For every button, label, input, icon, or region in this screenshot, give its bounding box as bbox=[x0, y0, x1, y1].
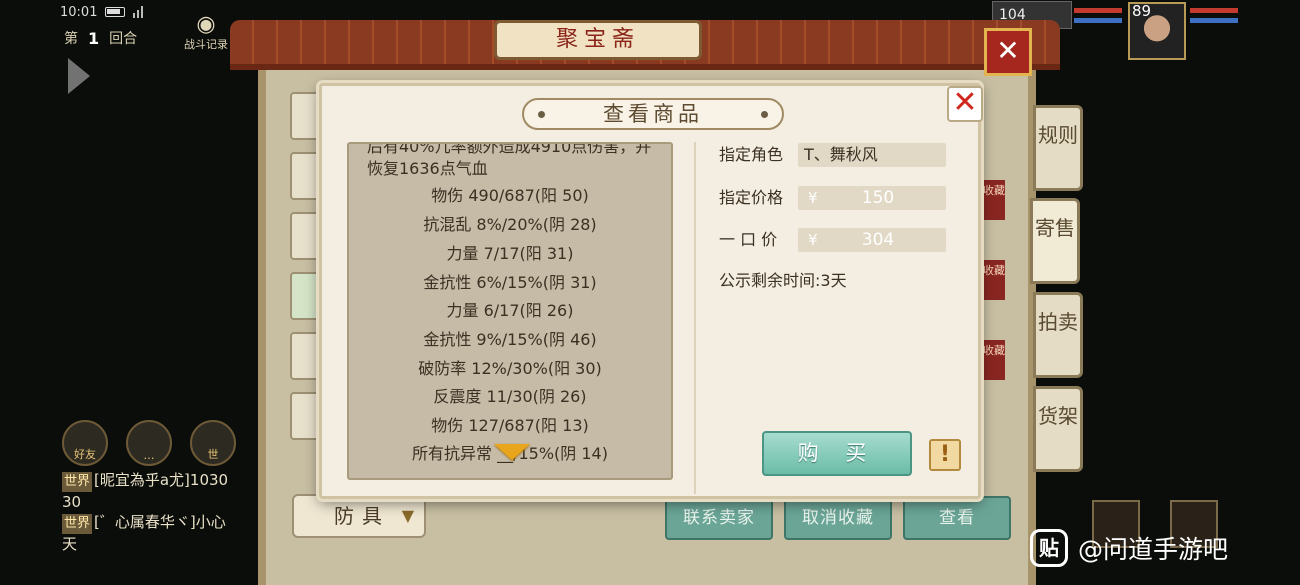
shop-title: 聚宝斋 bbox=[494, 20, 702, 60]
designated-role-value: T、舞秋风 bbox=[798, 143, 946, 167]
tab-consign[interactable]: 寄售 bbox=[1030, 198, 1080, 284]
item-list-column bbox=[290, 92, 320, 452]
category-select-label: 防具 bbox=[334, 504, 390, 528]
stat-line: 力量 6/17(阳 26) bbox=[446, 301, 574, 320]
chat-line: 世界 [昵宜為乎a尤]1030 bbox=[62, 470, 262, 492]
remaining-time: 公示剩余时间:3天 bbox=[719, 271, 847, 290]
currency-icon: ¥ bbox=[808, 189, 818, 207]
tieba-logo-icon: 贴 bbox=[1030, 529, 1068, 567]
stat-line: 破防率 12%/30%(阳 30) bbox=[418, 359, 602, 378]
expand-arrow-icon[interactable] bbox=[68, 58, 90, 94]
round-number: 1 bbox=[88, 28, 100, 48]
list-item[interactable] bbox=[290, 212, 320, 260]
stat-line: 金抗性 9%/15%(阴 46) bbox=[423, 330, 597, 349]
list-item[interactable] bbox=[290, 272, 320, 320]
dialog-title: 查看商品 bbox=[522, 98, 784, 130]
chevron-down-icon: ▼ bbox=[401, 506, 414, 525]
list-item[interactable] bbox=[290, 92, 320, 140]
designated-price-label: 指定价格 bbox=[719, 188, 784, 207]
battery-icon bbox=[105, 7, 126, 17]
tab-shelf[interactable]: 货架 bbox=[1033, 386, 1083, 472]
hp-bar bbox=[1074, 8, 1122, 13]
chat-line: 天 bbox=[62, 535, 78, 553]
stat-line: 物伤 490/687(阳 50) bbox=[431, 186, 589, 205]
player-level: 89 bbox=[1132, 2, 1152, 20]
player-mp-bar bbox=[1190, 18, 1238, 23]
clock: 10:01 bbox=[60, 4, 98, 20]
list-item[interactable] bbox=[290, 392, 320, 440]
favorite-tag[interactable]: 收藏 bbox=[983, 340, 1005, 380]
scroll-down-arrow-icon[interactable] bbox=[494, 444, 530, 460]
cancel-favorite-button[interactable]: 取消收藏 bbox=[784, 496, 892, 540]
buy-button[interactable]: 购 买 bbox=[762, 431, 912, 476]
ornament-dot bbox=[761, 111, 768, 118]
designated-role-label: 指定角色 bbox=[719, 145, 784, 164]
warning-button[interactable]: ! bbox=[929, 439, 961, 471]
divider bbox=[694, 142, 696, 494]
stat-line: 金抗性 6%/15%(阴 31) bbox=[423, 273, 597, 292]
player-hp-bar bbox=[1190, 8, 1238, 13]
status-bar: 10:01 bbox=[60, 3, 144, 21]
buyout-price-value: 304 bbox=[861, 230, 895, 250]
round-indicator: 第 1 回合 bbox=[64, 28, 137, 48]
buyout-label: 一 口 价 bbox=[719, 230, 778, 249]
battle-record-button[interactable]: ◉ 战斗记录 bbox=[176, 14, 236, 52]
favorite-tag[interactable]: 收藏 bbox=[983, 260, 1005, 300]
close-icon[interactable]: ✕ bbox=[947, 86, 983, 122]
designated-price-box: ¥ 150 bbox=[798, 186, 946, 210]
mp-bar bbox=[1074, 18, 1122, 23]
chat-log[interactable]: 世界 [昵宜為乎a尤]1030 30 世界 [゛心属春华ヾ]小心 天 bbox=[62, 470, 262, 554]
stat-line: 反震度 11/30(阴 26) bbox=[433, 387, 587, 406]
list-item[interactable] bbox=[290, 152, 320, 200]
round-prefix: 第 bbox=[64, 31, 78, 47]
chat-bubble-icon[interactable]: … bbox=[126, 420, 172, 466]
buyout-price-box: ¥ 304 bbox=[798, 228, 946, 252]
stat-line: 力量 7/17(阳 31) bbox=[446, 244, 574, 263]
view-button[interactable]: 查看 bbox=[903, 496, 1011, 540]
watermark: 贴 @问道手游吧 bbox=[1030, 529, 1228, 567]
chat-line: 30 bbox=[62, 493, 82, 511]
contact-seller-button[interactable]: 联系卖家 bbox=[665, 496, 773, 540]
watermark-text: @问道手游吧 bbox=[1078, 535, 1229, 564]
favorite-tag[interactable]: 收藏 bbox=[983, 180, 1005, 220]
eye-icon: ◉ bbox=[196, 12, 216, 37]
dialog-title-text: 查看商品 bbox=[603, 102, 703, 126]
list-item[interactable] bbox=[290, 332, 320, 380]
shop-close-button[interactable]: ✕ bbox=[984, 28, 1032, 76]
item-dialog: 查看商品 ✕ 后有40%几率额外造成4910点伤害，并恢复1636点气血 物伤 … bbox=[319, 83, 983, 499]
designated-price-value: 150 bbox=[861, 188, 895, 208]
signal-icon bbox=[133, 6, 144, 18]
item-stats-panel[interactable]: 后有40%几率额外造成4910点伤害，并恢复1636点气血 物伤 490/687… bbox=[347, 142, 673, 480]
ornament-dot bbox=[538, 111, 545, 118]
item-effect-description: 后有40%几率额外造成4910点伤害，并恢复1636点气血 bbox=[367, 142, 652, 178]
battle-record-label: 战斗记录 bbox=[184, 38, 228, 51]
microphone-icon[interactable]: 世 bbox=[190, 420, 236, 466]
friends-button[interactable]: 好友 bbox=[62, 420, 108, 466]
chat-line: 世界 [゛心属春华ヾ]小心 bbox=[62, 512, 262, 534]
category-select[interactable]: 防具 ▼ bbox=[292, 494, 426, 538]
tab-auction[interactable]: 拍卖 bbox=[1033, 292, 1083, 378]
social-bar: 好友 … 世 bbox=[62, 420, 236, 466]
currency-icon: ¥ bbox=[808, 231, 818, 249]
tab-rules[interactable]: 规则 bbox=[1033, 105, 1083, 191]
stat-line: 物伤 127/687(阳 13) bbox=[431, 416, 589, 435]
round-suffix: 回合 bbox=[109, 31, 138, 47]
stat-line: 抗混乱 8%/20%(阴 28) bbox=[423, 215, 597, 234]
